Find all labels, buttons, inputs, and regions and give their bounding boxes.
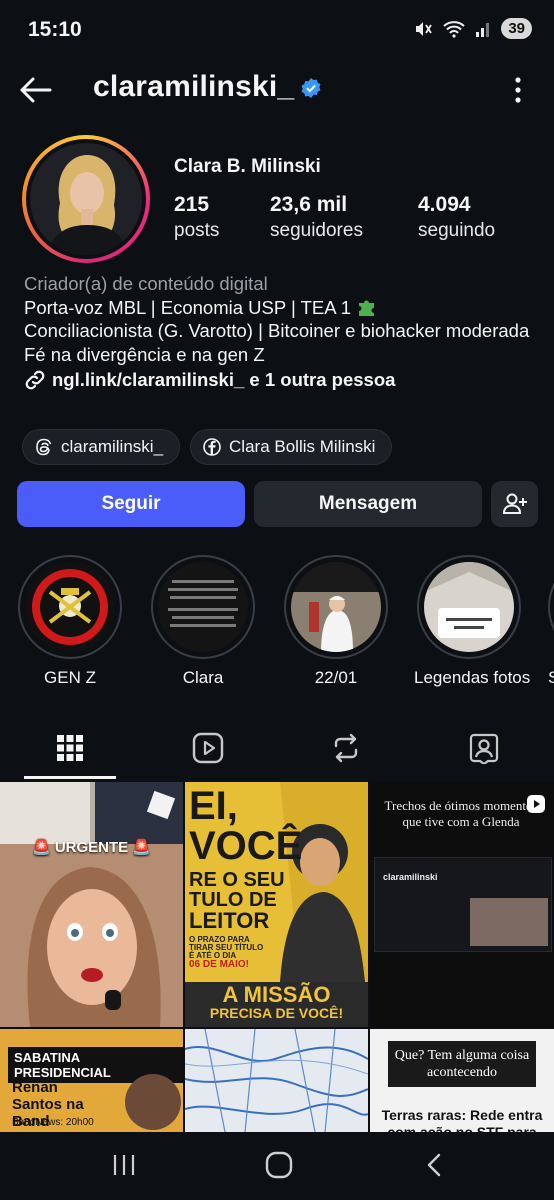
post-text-line: 06 DE MAIO!	[189, 959, 250, 970]
tab-posts-grid[interactable]	[24, 718, 116, 778]
tab-tagged[interactable]	[438, 718, 530, 778]
stat-following[interactable]: 4.094 seguindo	[418, 192, 495, 244]
grid-post[interactable]: 🚨 URGENTE 🚨	[0, 782, 183, 1027]
bio-line: Porta-voz MBL | Economia USP | TEA 1	[24, 296, 534, 320]
battery-badge: 39	[501, 18, 532, 39]
reel-indicator-icon	[527, 795, 545, 813]
grid-icon	[57, 735, 83, 761]
highlight-cover	[158, 562, 248, 652]
home-icon[interactable]	[265, 1151, 293, 1179]
post-map-thumbnail	[185, 1029, 368, 1132]
tab-reposts[interactable]	[300, 718, 392, 778]
avatar-photo	[30, 143, 142, 255]
back-arrow-icon[interactable]	[16, 70, 56, 110]
post-inner-username: claramilinski	[383, 872, 438, 882]
profile-actions: Seguir Mensagem	[17, 481, 538, 527]
profile-header: claramilinski_	[0, 62, 554, 116]
mute-icon	[416, 21, 433, 36]
recent-apps-icon[interactable]	[111, 1152, 137, 1178]
threads-chip[interactable]: claramilinski_	[22, 429, 181, 465]
signal-icon	[476, 22, 490, 37]
wifi-icon	[443, 20, 465, 38]
link-icon	[25, 370, 45, 390]
grid-post[interactable]: SABATINA PRESIDENCIAL Renan Santos na Ba…	[0, 1029, 183, 1132]
post-text-line: LEITOR	[189, 908, 270, 933]
status-time: 15:10	[28, 18, 82, 41]
post-inner-screenshot: claramilinski	[374, 857, 552, 952]
repost-icon	[334, 733, 358, 763]
facebook-chip[interactable]: Clara Bollis Milinski	[190, 429, 393, 465]
post-overlay-text: 🚨 URGENTE 🚨	[31, 839, 152, 856]
grid-post[interactable]: Que? Tem alguma coisa acontecendo Terras…	[370, 1029, 554, 1132]
follow-button[interactable]: Seguir	[17, 481, 245, 527]
post-overlay-text: Trechos de ótimos momentos que tive com …	[384, 798, 538, 829]
profile-full-name: Clara B. Milinski	[174, 156, 321, 177]
bio-link[interactable]: ngl.link/claramilinski_ e 1 outra pessoa	[24, 368, 534, 392]
post-text-line: BandNews: 20h00	[12, 1117, 94, 1128]
post-text-line: PRECISA DE VOCÊ!	[209, 1005, 344, 1021]
system-navigation-bar	[0, 1132, 554, 1200]
facebook-icon	[203, 438, 221, 456]
grid-post[interactable]	[185, 1029, 368, 1132]
status-bar: 15:10 39	[0, 0, 554, 60]
more-options-icon[interactable]	[514, 76, 522, 104]
stat-followers[interactable]: 23,6 mil seguidores	[270, 192, 363, 244]
reels-icon	[192, 732, 224, 764]
highlight-clara[interactable]: Clara	[148, 555, 258, 688]
post-caption-text: Terras raras: Rede entra com ação no STF…	[381, 1107, 543, 1132]
post-thumbnail	[0, 782, 183, 1027]
highlight-cover	[25, 562, 115, 652]
profile-tabs	[0, 718, 554, 780]
profile-username: claramilinski_	[93, 70, 295, 103]
highlight-22-01[interactable]: 22/01	[281, 555, 391, 688]
highlight-partial[interactable]: S	[510, 555, 554, 688]
grid-post[interactable]: Trechos de ótimos momentos que tive com …	[370, 782, 554, 1027]
suggest-people-button[interactable]	[491, 481, 538, 527]
posts-grid: 🚨 URGENTE 🚨 EI, VOCÊ RE O SEU TULO DE LE…	[0, 782, 554, 1132]
post-overlay-text: Que? Tem alguma coisa acontecendo	[388, 1041, 536, 1087]
highlight-cover	[291, 562, 381, 652]
post-text-line: O PRAZO PARA TIRAR SEU TÍTULO É ATÉ O DI…	[189, 935, 264, 960]
stat-posts[interactable]: 215 posts	[174, 192, 219, 244]
post-text-line: TULO DE	[189, 889, 277, 911]
back-nav-icon[interactable]	[424, 1152, 444, 1178]
highlight-legendas-fotos[interactable]: Legendas fotos	[414, 555, 530, 688]
tagged-person-icon	[469, 733, 499, 764]
profile-category: Criador(a) de conteúdo digital	[24, 273, 268, 294]
add-person-icon	[502, 493, 527, 514]
story-highlights: GEN Z Clara 22/01 Legendas fotos S	[0, 555, 554, 695]
highlight-cover	[424, 562, 514, 652]
bio-line: Fé na divergência e na gen Z	[24, 343, 265, 365]
highlight-gen-z[interactable]: GEN Z	[15, 555, 125, 688]
verified-badge-icon	[301, 78, 321, 98]
grid-post[interactable]: EI, VOCÊ RE O SEU TULO DE LEITOR O PRAZO…	[185, 782, 368, 1027]
post-text-line: RE O SEU	[189, 869, 285, 891]
profile-chips: claramilinski_ Clara Bollis Milinski	[22, 429, 393, 465]
profile-avatar[interactable]	[22, 135, 150, 263]
message-button[interactable]: Mensagem	[254, 481, 482, 527]
tab-reels[interactable]	[162, 718, 254, 778]
post-text-line: VOCÊ	[189, 824, 303, 868]
threads-icon	[36, 438, 52, 456]
post-text-line: A MISSÃO	[222, 982, 331, 1007]
active-tab-indicator	[24, 776, 116, 779]
puzzle-piece-icon	[359, 300, 375, 316]
post-text-line: EI,	[189, 784, 238, 828]
profile-bio: Criador(a) de conteúdo digital Porta-voz…	[24, 272, 534, 392]
bio-line: Conciliacionista (G. Varotto) | Bitcoine…	[24, 320, 530, 341]
